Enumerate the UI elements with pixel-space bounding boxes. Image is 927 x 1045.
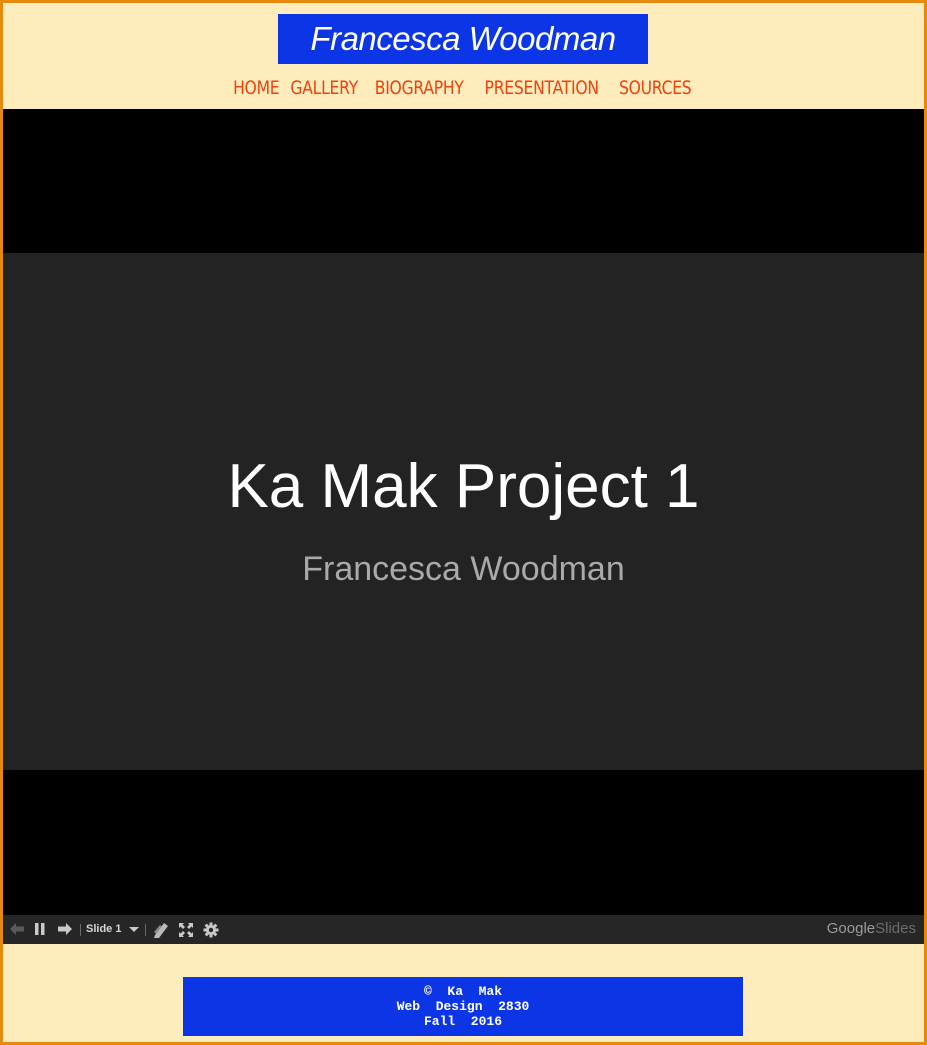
next-arrow-icon[interactable] (57, 922, 73, 936)
control-separator (145, 924, 146, 936)
main-nav: HOME GALLERY BIOGRAPHY PRESENTATION SOUR… (3, 77, 924, 99)
player-controls: Slide 1 GoogleSlides (3, 915, 924, 944)
google-slides-logo[interactable]: GoogleSlides (827, 920, 916, 937)
footer-banner: © Ka Mak Web Design 2830 Fall 2016 (183, 977, 743, 1036)
nav-biography-link[interactable]: BIOGRAPHY (375, 77, 464, 99)
nav-sources-link[interactable]: SOURCES (619, 77, 692, 99)
dropdown-caret-icon[interactable] (129, 927, 139, 933)
nav-gallery-link[interactable]: GALLERY (291, 77, 359, 99)
nav-presentation-link[interactable]: PRESENTATION (485, 77, 600, 99)
site-title: Francesca Woodman (310, 20, 616, 57)
page: Francesca Woodman HOME GALLERY BIOGRAPHY… (3, 3, 924, 1042)
pencil-icon[interactable] (152, 921, 170, 939)
nav-home-link[interactable]: HOME (233, 77, 280, 99)
prev-arrow-icon[interactable] (9, 922, 25, 936)
gear-icon[interactable] (203, 922, 219, 938)
slide-canvas[interactable]: Ka Mak Project 1 Francesca Woodman (3, 253, 924, 770)
pause-icon[interactable] (34, 922, 46, 936)
footer-course: Web Design 2830 (396, 999, 530, 1014)
footer-term: Fall 2016 (423, 1014, 502, 1029)
footer-copyright: © Ka Mak (423, 984, 502, 999)
slides-embed[interactable]: Ka Mak Project 1 Francesca Woodman Slide… (3, 109, 924, 944)
slide-number-select[interactable]: Slide 1 (86, 923, 121, 935)
fullscreen-icon[interactable] (178, 922, 194, 938)
slide-subtitle: Francesca Woodman (302, 550, 625, 588)
slide-title: Ka Mak Project 1 (227, 452, 700, 521)
control-separator (80, 924, 81, 936)
site-title-banner: Francesca Woodman (278, 14, 648, 64)
